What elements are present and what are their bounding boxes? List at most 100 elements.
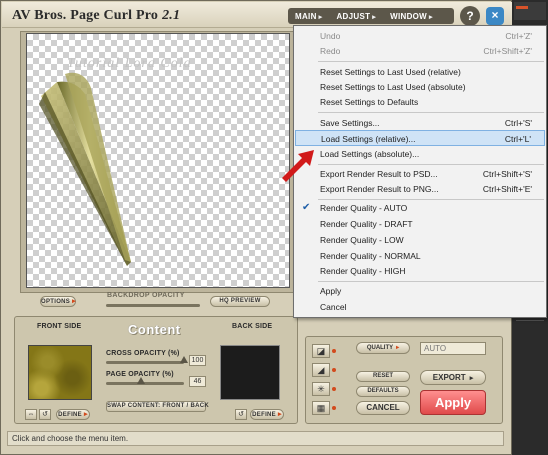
close-button[interactable]: ×: [486, 7, 504, 25]
menu-main[interactable]: MAIN ▸: [288, 12, 329, 21]
curl-mode-icon[interactable]: ◪: [312, 344, 330, 358]
light-icon[interactable]: ✳: [312, 382, 330, 396]
options-label: OPTIONS: [41, 299, 71, 305]
menu-item-label: Render Quality - AUTO: [320, 203, 408, 213]
page-curl-image: [39, 72, 131, 266]
menu-item-shortcut: Ctrl+Shift+'Z': [483, 46, 532, 56]
export-button[interactable]: EXPORT ▸: [420, 370, 486, 385]
menu-item-label: Export Render Result to PSD...: [320, 169, 438, 179]
menu-item-cancel[interactable]: Cancel: [295, 299, 545, 315]
menu-item-label: Apply: [320, 286, 342, 296]
export-label: EXPORT: [432, 373, 466, 382]
content-title: Content: [128, 322, 181, 337]
menu-item-label: Save Settings...: [320, 118, 380, 128]
menu-bar: MAIN ▸ ADJUST ▸ WINDOW ▸: [288, 8, 454, 24]
menu-item-apply[interactable]: Apply: [295, 283, 545, 299]
menu-item-label: Load Settings (absolute)...: [320, 149, 420, 159]
cross-opacity-value[interactable]: 100: [189, 355, 206, 366]
checkmark-icon: ✔: [302, 202, 311, 213]
apply-button[interactable]: Apply: [420, 390, 486, 415]
menu-item-label: Reset Settings to Last Used (absolute): [320, 82, 466, 92]
menu-item-shortcut: Ctrl+'S': [504, 118, 532, 128]
hq-preview-button[interactable]: HQ PREVIEW: [210, 296, 270, 307]
options-button[interactable]: OPTIONS ▸: [40, 296, 76, 307]
menu-item-shortcut: Ctrl+Shift+'E': [482, 184, 532, 194]
define-back-button[interactable]: DEFINE ▸: [250, 409, 284, 420]
menu-item-export-psd[interactable]: Export Render Result to PSD... Ctrl+Shift…: [295, 166, 545, 182]
quality-value-field[interactable]: AUTO: [420, 342, 486, 355]
page-opacity-value[interactable]: 46: [189, 376, 206, 387]
menu-item-reset-last-absolute[interactable]: Reset Settings to Last Used (absolute): [295, 79, 545, 95]
menu-item-quality-normal[interactable]: Render Quality - NORMAL: [295, 248, 545, 264]
swap-content-button[interactable]: SWAP CONTENT: FRONT / BACK: [106, 401, 209, 412]
menu-separator: [318, 281, 544, 282]
menu-adjust-label: ADJUST: [336, 11, 371, 21]
preview-canvas[interactable]: Tutorial Lora Cola: [26, 33, 290, 288]
app-version: 2.1: [162, 8, 181, 23]
pointer-arrow-icon: [282, 150, 314, 182]
app-title: AV Bros. Page Curl Pro 2.1: [12, 8, 180, 24]
front-side-label: FRONT SIDE: [37, 323, 82, 330]
menu-item-label: Reset Settings to Defaults: [320, 97, 419, 107]
page-opacity-slider[interactable]: [106, 382, 184, 385]
reset-back-icon[interactable]: ↺: [235, 409, 247, 420]
app-name: AV Bros. Page Curl Pro: [12, 8, 159, 23]
quality-label: QUALITY: [366, 345, 394, 351]
menu-item-label: Render Quality - DRAFT: [320, 219, 413, 229]
quality-button[interactable]: QUALITY ▸: [356, 342, 410, 354]
menu-item-quality-draft[interactable]: Render Quality - DRAFT: [295, 216, 545, 232]
menu-item-load-settings-absolute[interactable]: Load Settings (absolute)...: [295, 146, 545, 162]
menu-item-shortcut: Ctrl+'Z': [505, 31, 532, 41]
menu-item-redo[interactable]: Redo Ctrl+Shift+'Z': [295, 43, 545, 59]
menu-item-load-settings-relative[interactable]: Load Settings (relative)... Ctrl+'L': [295, 130, 545, 146]
chevron-right-icon: ▸: [318, 13, 323, 21]
cross-opacity-slider[interactable]: [106, 361, 184, 364]
menu-window-label: WINDOW: [390, 11, 428, 21]
menu-item-label: Cancel: [320, 302, 347, 312]
menu-adjust[interactable]: ADJUST ▸: [329, 12, 383, 21]
front-side-thumbnail[interactable]: [28, 345, 92, 400]
menu-item-shortcut: Ctrl+'L': [504, 134, 531, 144]
menu-window[interactable]: WINDOW ▸: [383, 12, 440, 21]
define-front-label: DEFINE: [58, 412, 82, 418]
app-root: AV Bros. Page Curl Pro 2.1 MAIN ▸ ADJUST ▸ …: [0, 0, 548, 455]
cancel-button[interactable]: CANCEL: [356, 401, 410, 415]
page-opacity-knob[interactable]: [137, 377, 145, 384]
chevron-right-icon: ▸: [372, 13, 377, 21]
back-side-thumbnail[interactable]: [220, 345, 280, 400]
indicator-dot: [332, 349, 336, 353]
swap-horizontal-icon[interactable]: ⇔: [25, 409, 37, 420]
shadow-icon[interactable]: ◢: [312, 363, 330, 377]
background-app-header: [514, 2, 546, 20]
menu-item-reset-last-relative[interactable]: Reset Settings to Last Used (relative): [295, 64, 545, 80]
menu-item-export-png[interactable]: Export Render Result to PNG... Ctrl+Shift…: [295, 181, 545, 197]
arrow-right-icon: ▸: [83, 411, 88, 418]
menu-item-label: Load Settings (relative)...: [321, 134, 416, 144]
help-button[interactable]: ?: [460, 6, 480, 26]
define-back-label: DEFINE: [252, 412, 276, 418]
grid-icon[interactable]: ▦: [312, 401, 330, 415]
menu-item-label: Redo: [320, 46, 341, 56]
menu-item-quality-low[interactable]: Render Quality - LOW: [295, 232, 545, 248]
menu-item-shortcut: Ctrl+Shift+'S': [482, 169, 532, 179]
define-front-button[interactable]: DEFINE ▸: [56, 409, 90, 420]
menu-separator: [318, 112, 544, 113]
reset-front-icon[interactable]: ↺: [39, 409, 51, 420]
hq-preview-label: HQ PREVIEW: [219, 298, 261, 304]
defaults-button[interactable]: DEFAULTS: [356, 386, 410, 397]
backdrop-opacity-slider[interactable]: [106, 304, 200, 307]
reset-button[interactable]: RESET: [356, 371, 410, 382]
menu-item-reset-defaults[interactable]: Reset Settings to Defaults: [295, 94, 545, 110]
menu-item-label: Render Quality - HIGH: [320, 266, 406, 276]
menu-item-label: Render Quality - NORMAL: [320, 251, 421, 261]
main-dropdown-menu: Undo Ctrl+'Z' Redo Ctrl+Shift+'Z' Reset Se…: [293, 25, 547, 318]
menu-main-label: MAIN: [295, 11, 317, 21]
arrow-right-icon: ▸: [469, 375, 474, 382]
arrow-right-icon: ▸: [72, 298, 76, 305]
menu-item-save-settings[interactable]: Save Settings... Ctrl+'S': [295, 115, 545, 131]
menu-item-undo[interactable]: Undo Ctrl+'Z': [295, 28, 545, 44]
menu-item-quality-high[interactable]: Render Quality - HIGH: [295, 263, 545, 279]
menu-item-quality-auto[interactable]: ✔ Render Quality - AUTO: [295, 200, 545, 216]
cross-opacity-knob[interactable]: [180, 356, 188, 363]
indicator-dot: [332, 406, 336, 410]
